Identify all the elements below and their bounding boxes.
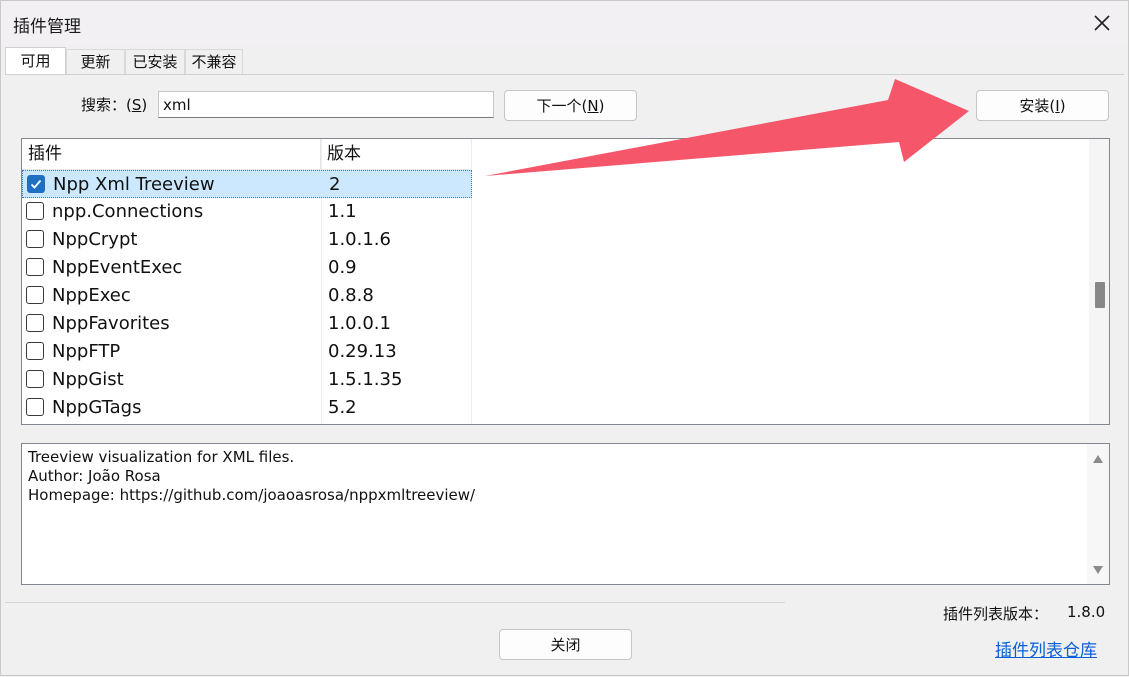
- tab-available[interactable]: 可用: [5, 47, 66, 75]
- row-plugin-version: 0.29.13: [328, 341, 397, 362]
- description-line: Author: João Rosa: [28, 467, 161, 485]
- list-version-value: 1.8.0: [1067, 603, 1106, 621]
- row-plugin-name: NppCrypt: [52, 229, 138, 250]
- row-plugin-version: 0.9: [328, 257, 357, 278]
- description-line: Treeview visualization for XML files.: [28, 448, 295, 466]
- row-checkbox[interactable]: [26, 342, 44, 360]
- list-row[interactable]: NppExec 0.8.8: [22, 282, 472, 310]
- tab-incompatible[interactable]: 不兼容: [185, 49, 243, 74]
- row-checkbox[interactable]: [26, 314, 44, 332]
- search-input[interactable]: [158, 91, 494, 118]
- list-row[interactable]: Npp Xml Treeview 2: [22, 170, 472, 198]
- scroll-down-arrow-icon[interactable]: [1093, 566, 1103, 574]
- list-header: 插件 版本: [22, 139, 472, 170]
- row-plugin-version: 1.0.1.6: [328, 229, 391, 250]
- list-row[interactable]: NppGist 1.5.1.35: [22, 366, 472, 394]
- tab-incompatible-label: 不兼容: [191, 53, 237, 71]
- description-scrollbar[interactable]: [1087, 444, 1109, 584]
- plugin-description: Treeview visualization for XML files. Au…: [21, 443, 1110, 585]
- plugin-repo-link[interactable]: 插件列表仓库: [995, 636, 1097, 661]
- tab-updates-label: 更新: [80, 53, 111, 71]
- close-button[interactable]: 关闭: [499, 629, 632, 660]
- list-row[interactable]: NppFTP 0.29.13: [22, 338, 472, 366]
- column-header-plugin[interactable]: 插件: [22, 139, 321, 169]
- row-plugin-name: NppFavorites: [52, 313, 170, 334]
- install-button-label: 安装(: [1019, 97, 1056, 115]
- install-button-suffix: ): [1059, 96, 1066, 115]
- close-window-button[interactable]: [1084, 5, 1120, 41]
- row-plugin-version: 1.0.0.1: [328, 313, 391, 334]
- row-plugin-name: NppGist: [52, 369, 124, 390]
- scroll-up-arrow-icon[interactable]: [1093, 455, 1103, 463]
- row-checkbox[interactable]: [26, 258, 44, 276]
- tab-installed-label: 已安装: [132, 53, 178, 71]
- row-plugin-name: NppEventExec: [52, 257, 183, 278]
- tab-installed[interactable]: 已安装: [125, 49, 185, 74]
- bottom-divider: [5, 602, 785, 603]
- search-label-prefix: 搜索：(: [81, 96, 132, 114]
- list-row[interactable]: NppEventExec 0.9: [22, 254, 472, 282]
- row-plugin-version: 2: [329, 174, 341, 195]
- row-checkbox[interactable]: [26, 398, 44, 416]
- row-plugin-version: 5.2: [328, 397, 357, 418]
- plugin-list: 插件 版本 Npp Xml Treeview 2 npp.Connections 1.…: [21, 138, 1110, 425]
- tab-available-label: 可用: [20, 52, 51, 70]
- close-icon: [1094, 15, 1110, 31]
- window-title: 插件管理: [13, 17, 81, 37]
- plugin-manager-window: 插件管理 可用 更新 已安装 不兼容 搜索：(S) 下一个(N) 安装(I) 插…: [0, 0, 1129, 676]
- list-scrollbar[interactable]: [1089, 139, 1109, 424]
- row-plugin-version: 1.1: [328, 201, 357, 222]
- install-button[interactable]: 安装(I): [976, 90, 1109, 121]
- list-row[interactable]: NppGTags 5.2: [22, 394, 472, 422]
- search-label: 搜索：(S): [81, 94, 147, 115]
- row-checkbox[interactable]: [26, 230, 44, 248]
- list-row[interactable]: npp.Connections 1.1: [22, 198, 472, 226]
- next-button-suffix: ): [598, 96, 605, 115]
- column-header-version[interactable]: 版本: [321, 139, 472, 169]
- row-checkbox[interactable]: [27, 175, 45, 193]
- next-button[interactable]: 下一个(N): [504, 90, 637, 121]
- list-row[interactable]: NppCrypt 1.0.1.6: [22, 226, 472, 254]
- row-plugin-name: Npp Xml Treeview: [53, 174, 215, 195]
- tab-updates[interactable]: 更新: [66, 49, 125, 74]
- list-scrollbar-thumb[interactable]: [1095, 282, 1105, 308]
- row-plugin-name: npp.Connections: [52, 201, 204, 222]
- row-plugin-name: NppGTags: [52, 397, 142, 418]
- next-button-label: 下一个(: [536, 97, 588, 115]
- checkmark-icon: [30, 179, 42, 189]
- description-line: Homepage: https://github.com/joaoasrosa/…: [28, 486, 476, 504]
- row-plugin-name: NppExec: [52, 285, 131, 306]
- row-checkbox[interactable]: [26, 286, 44, 304]
- row-plugin-version: 0.8.8: [328, 285, 374, 306]
- list-version-label: 插件列表版本：: [943, 605, 1049, 623]
- title-bar: 插件管理: [1, 1, 1128, 45]
- row-plugin-name: NppFTP: [52, 341, 121, 362]
- row-checkbox[interactable]: [26, 370, 44, 388]
- row-checkbox[interactable]: [26, 202, 44, 220]
- search-label-suffix: ): [141, 96, 148, 114]
- next-button-key: N: [587, 96, 599, 115]
- search-label-key: S: [131, 96, 142, 114]
- row-plugin-version: 1.5.1.35: [328, 369, 403, 390]
- list-row[interactable]: NppFavorites 1.0.0.1: [22, 310, 472, 338]
